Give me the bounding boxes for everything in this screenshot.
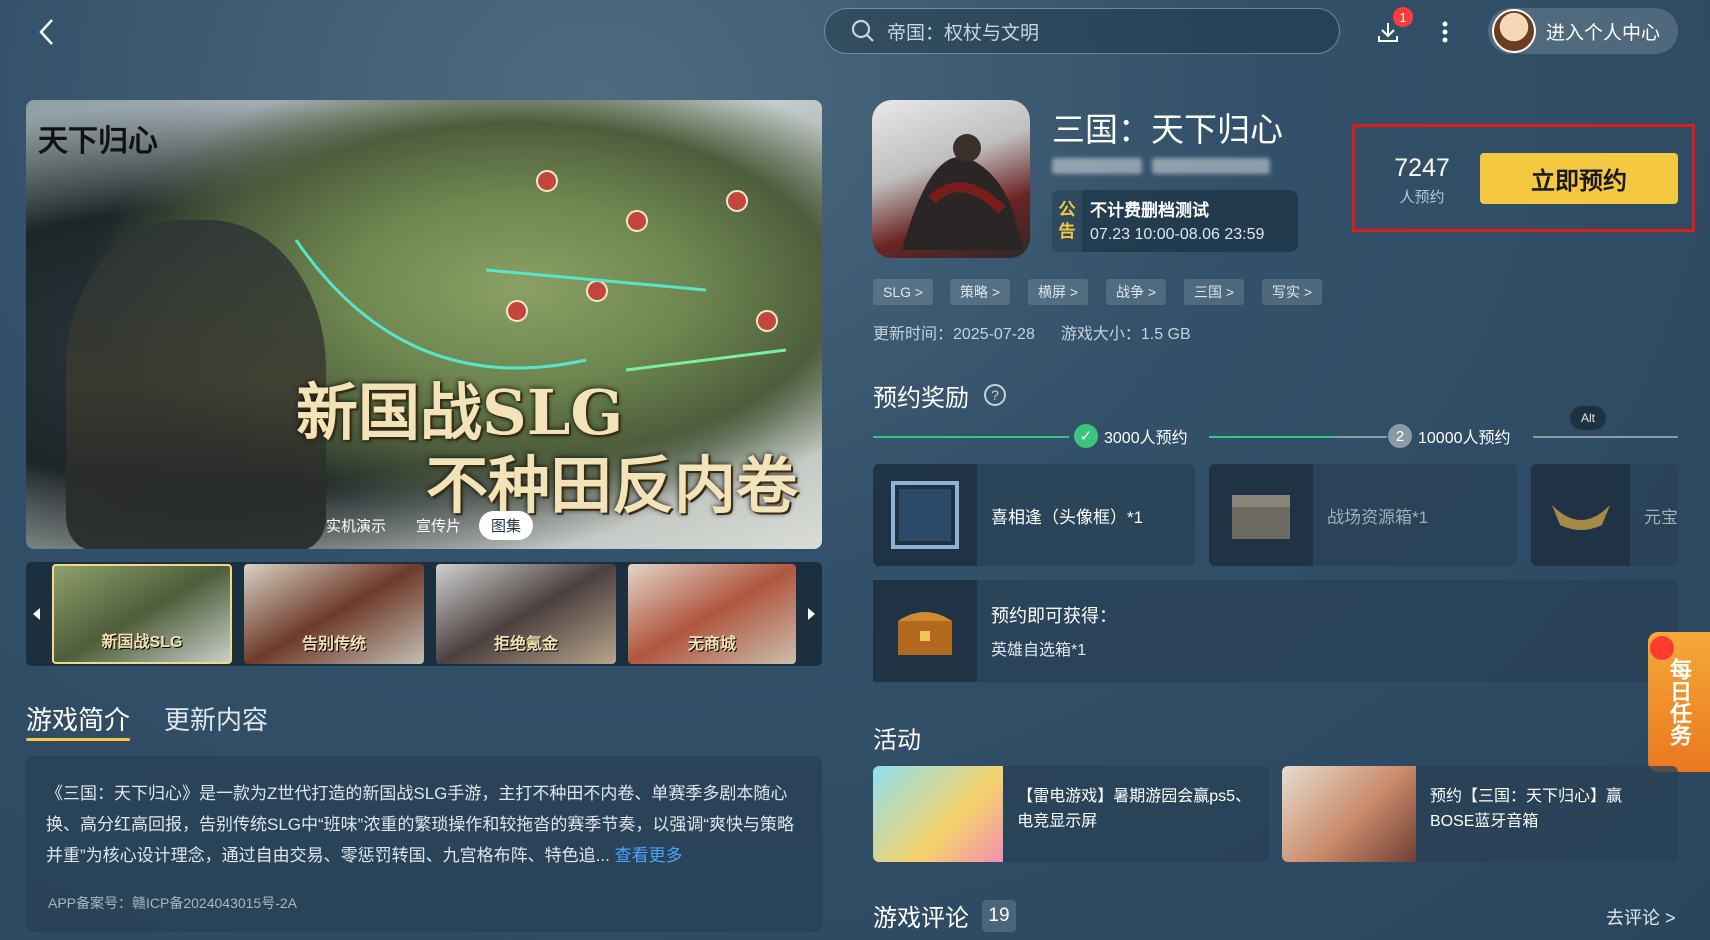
user-center-button[interactable]: 进入个人中心 <box>1488 8 1678 54</box>
milestone-3000: ✓ 3000人预约 <box>1074 424 1188 448</box>
media-tabs: 实机演示 宣传片 图集 <box>314 510 534 540</box>
reward-name: 喜相逢（头像框）*1 <box>991 507 1144 527</box>
tag-realistic[interactable]: 写实 > <box>1262 279 1323 305</box>
game-meta: 更新时间：2025-07-28 游戏大小：1.5 GB <box>873 320 1191 344</box>
thumbnail-4[interactable]: 无商城 <box>628 564 796 664</box>
reward-card-avatar-frame[interactable]: 喜相逢（头像框）*1 <box>873 464 1195 566</box>
activity-image <box>1282 766 1416 862</box>
gift-item: 英雄自选箱*1 <box>991 642 1087 659</box>
progress-track-pending <box>1533 436 1678 438</box>
game-title: 三国：天下归心 <box>1052 111 1283 148</box>
thumbnail-caption: 告别传统 <box>301 636 366 653</box>
reviews-title: 游戏评论 <box>873 905 969 932</box>
thumbnail-caption: 拒绝氪金 <box>493 636 558 653</box>
thumbnail-1[interactable]: 新国战SLG <box>52 564 232 664</box>
tab-gameplay-video[interactable]: 实机演示 <box>314 511 398 540</box>
reserve-gift-card[interactable]: 预约即可获得： 英雄自选箱*1 <box>873 580 1678 682</box>
tag-slg[interactable]: SLG > <box>873 279 934 305</box>
avatar <box>1492 9 1536 53</box>
thumbnail-caption: 新国战SLG <box>101 634 183 651</box>
activity-card-1[interactable]: 【雷电游戏】暑期游园会赢ps5、电竞显示屏 <box>873 766 1269 862</box>
blurred-text <box>1052 158 1142 174</box>
progress-track-done <box>873 436 1069 438</box>
activity-text: 【雷电游戏】暑期游园会赢ps5、电竞显示屏 <box>1017 788 1252 830</box>
notice-tag: 公 告 <box>1052 190 1082 252</box>
user-center-label: 进入个人中心 <box>1546 22 1661 44</box>
tag-three-kingdoms[interactable]: 三国 > <box>1184 279 1245 305</box>
activity-card-2[interactable]: 预约【三国：天下归心】赢BOSE蓝牙音箱 <box>1282 766 1678 862</box>
notice-title: 不计费删档测试 <box>1090 201 1209 220</box>
reward-card-resource-box[interactable]: 战场资源箱*1 <box>1209 464 1517 566</box>
thumbnail-caption: 无商城 <box>687 636 736 653</box>
media-banner[interactable]: 天下归心 新国战SLG 不种田反内卷 <box>26 100 822 549</box>
notification-dot <box>1650 636 1674 660</box>
icp-record: APP备案号：赣ICP备2024043015号-2A <box>48 895 297 911</box>
hero-chest-icon <box>873 580 977 682</box>
avatar-frame-icon <box>873 464 977 566</box>
map-pin <box>536 170 558 192</box>
rewards-title: 预约奖励 <box>873 385 969 412</box>
tag-war[interactable]: 战争 > <box>1106 279 1167 305</box>
game-icon-art <box>902 134 1022 250</box>
tab-trailer[interactable]: 宣传片 <box>404 511 473 540</box>
tag-strategy[interactable]: 策略 > <box>950 279 1011 305</box>
search-placeholder: 帝国：权杖与文明 <box>887 22 1040 44</box>
check-icon: ✓ <box>1074 424 1098 448</box>
alt-badge: Alt <box>1570 406 1606 430</box>
chevron-left-icon <box>39 19 53 45</box>
banner-logo: 天下归心 <box>38 124 158 159</box>
notice-time: 07.23 10:00-08.06 23:59 <box>1090 226 1265 243</box>
tab-update-content[interactable]: 更新内容 <box>164 700 268 737</box>
thumbnail-3[interactable]: 拒绝氪金 <box>436 564 616 664</box>
thumbnail-2[interactable]: 告别传统 <box>244 564 424 664</box>
reserve-count-label: 人预约 <box>1399 189 1445 206</box>
reserve-now-button[interactable]: 立即预约 <box>1480 153 1678 204</box>
march-routes <box>294 239 787 372</box>
milestone-label: 3000人预约 <box>1104 430 1188 447</box>
activity-image <box>873 766 1004 862</box>
update-time: 更新时间：2025-07-28 <box>873 326 1035 343</box>
tab-gallery[interactable]: 图集 <box>479 510 534 540</box>
reward-name: 元宝 <box>1644 507 1678 527</box>
thumb-prev-button[interactable] <box>26 562 48 666</box>
reward-name: 战场资源箱*1 <box>1327 507 1429 527</box>
progress-track-partial <box>1209 436 1337 438</box>
caret-left-icon <box>33 608 40 620</box>
milestone-label: 10000人预约 <box>1418 430 1511 447</box>
reward-card-ingot[interactable]: 元宝 <box>1531 464 1678 566</box>
blurred-text <box>1152 158 1270 174</box>
progress-track-pending <box>1337 436 1387 438</box>
game-size: 游戏大小：1.5 GB <box>1060 326 1191 343</box>
search-input[interactable]: 帝国：权杖与文明 <box>824 8 1340 54</box>
download-badge: 1 <box>1393 7 1413 27</box>
thumb-next-button[interactable] <box>800 562 822 666</box>
caret-right-icon <box>808 608 815 620</box>
more-vertical-icon <box>1442 21 1448 43</box>
milestone-10000: 2 10000人预约 <box>1388 424 1511 448</box>
chest-icon <box>1209 464 1313 566</box>
notice-tag-char: 告 <box>1058 222 1076 241</box>
game-icon <box>872 100 1030 258</box>
ingot-icon <box>1531 464 1630 566</box>
milestone-number: 2 <box>1388 424 1412 448</box>
search-icon <box>851 19 874 42</box>
tag-landscape[interactable]: 横屏 > <box>1028 279 1089 305</box>
notice-tag-char: 公 <box>1058 200 1076 219</box>
go-review-link[interactable]: 去评论 > <box>1606 904 1676 930</box>
activity-text: 预约【三国：天下归心】赢BOSE蓝牙音箱 <box>1429 788 1622 830</box>
gift-title: 预约即可获得： <box>991 606 1117 626</box>
see-more-link[interactable]: 查看更多 <box>615 846 683 865</box>
tab-underline <box>26 738 130 741</box>
activities-title: 活动 <box>873 727 921 754</box>
more-button[interactable] <box>1428 12 1462 52</box>
tab-game-intro[interactable]: 游戏简介 <box>26 700 130 737</box>
review-count-badge: 19 <box>982 900 1016 932</box>
help-icon[interactable]: ? <box>984 384 1006 406</box>
reserve-count: 7247 <box>1394 154 1450 182</box>
back-button[interactable] <box>28 12 64 52</box>
